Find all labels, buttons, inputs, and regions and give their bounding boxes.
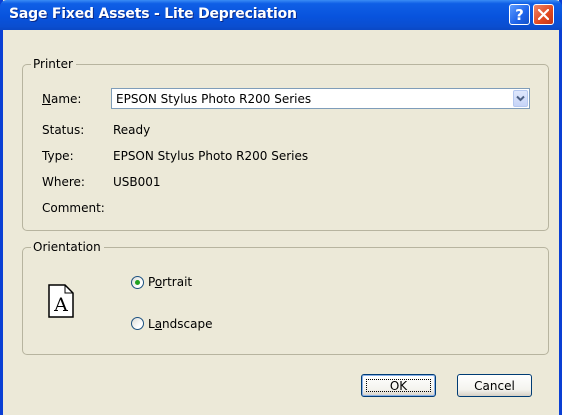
orientation-group-label: Orientation bbox=[31, 239, 104, 255]
status-label: Status: bbox=[42, 123, 85, 137]
portrait-radio[interactable] bbox=[131, 276, 144, 289]
close-button[interactable] bbox=[533, 4, 554, 25]
focus-rect bbox=[366, 379, 431, 392]
ok-button[interactable]: OK bbox=[361, 374, 436, 397]
help-button[interactable]: ? bbox=[509, 4, 530, 25]
status-value: Ready bbox=[113, 123, 151, 137]
dropdown-button[interactable] bbox=[513, 90, 528, 107]
where-label: Where: bbox=[42, 175, 85, 189]
orientation-group: Orientation bbox=[22, 239, 549, 355]
help-icon: ? bbox=[515, 5, 524, 24]
title-bar[interactable]: Sage Fixed Assets - Lite Depreciation ? bbox=[0, 0, 562, 30]
type-value: EPSON Stylus Photo R200 Series bbox=[113, 149, 309, 163]
printer-group-label: Printer bbox=[31, 56, 76, 72]
portrait-label[interactable]: Portrait bbox=[148, 274, 192, 290]
type-label: Type: bbox=[42, 149, 74, 163]
where-value: USB001 bbox=[113, 175, 161, 189]
cancel-button-label: Cancel bbox=[474, 378, 515, 393]
cancel-button[interactable]: Cancel bbox=[457, 374, 532, 397]
chevron-down-icon bbox=[516, 95, 525, 102]
page-icon-letter: A bbox=[53, 294, 68, 316]
window-title: Sage Fixed Assets - Lite Depreciation bbox=[9, 6, 297, 22]
landscape-radio[interactable] bbox=[131, 317, 144, 330]
name-label: Name: bbox=[42, 92, 82, 106]
portrait-page-icon: A bbox=[48, 284, 74, 318]
comment-label: Comment: bbox=[42, 201, 105, 215]
landscape-label[interactable]: Landscape bbox=[148, 316, 212, 332]
printer-name-value: EPSON Stylus Photo R200 Series bbox=[116, 92, 312, 106]
close-icon bbox=[538, 9, 549, 20]
printer-name-select[interactable]: EPSON Stylus Photo R200 Series bbox=[111, 88, 530, 109]
radio-selected-dot bbox=[135, 280, 140, 285]
